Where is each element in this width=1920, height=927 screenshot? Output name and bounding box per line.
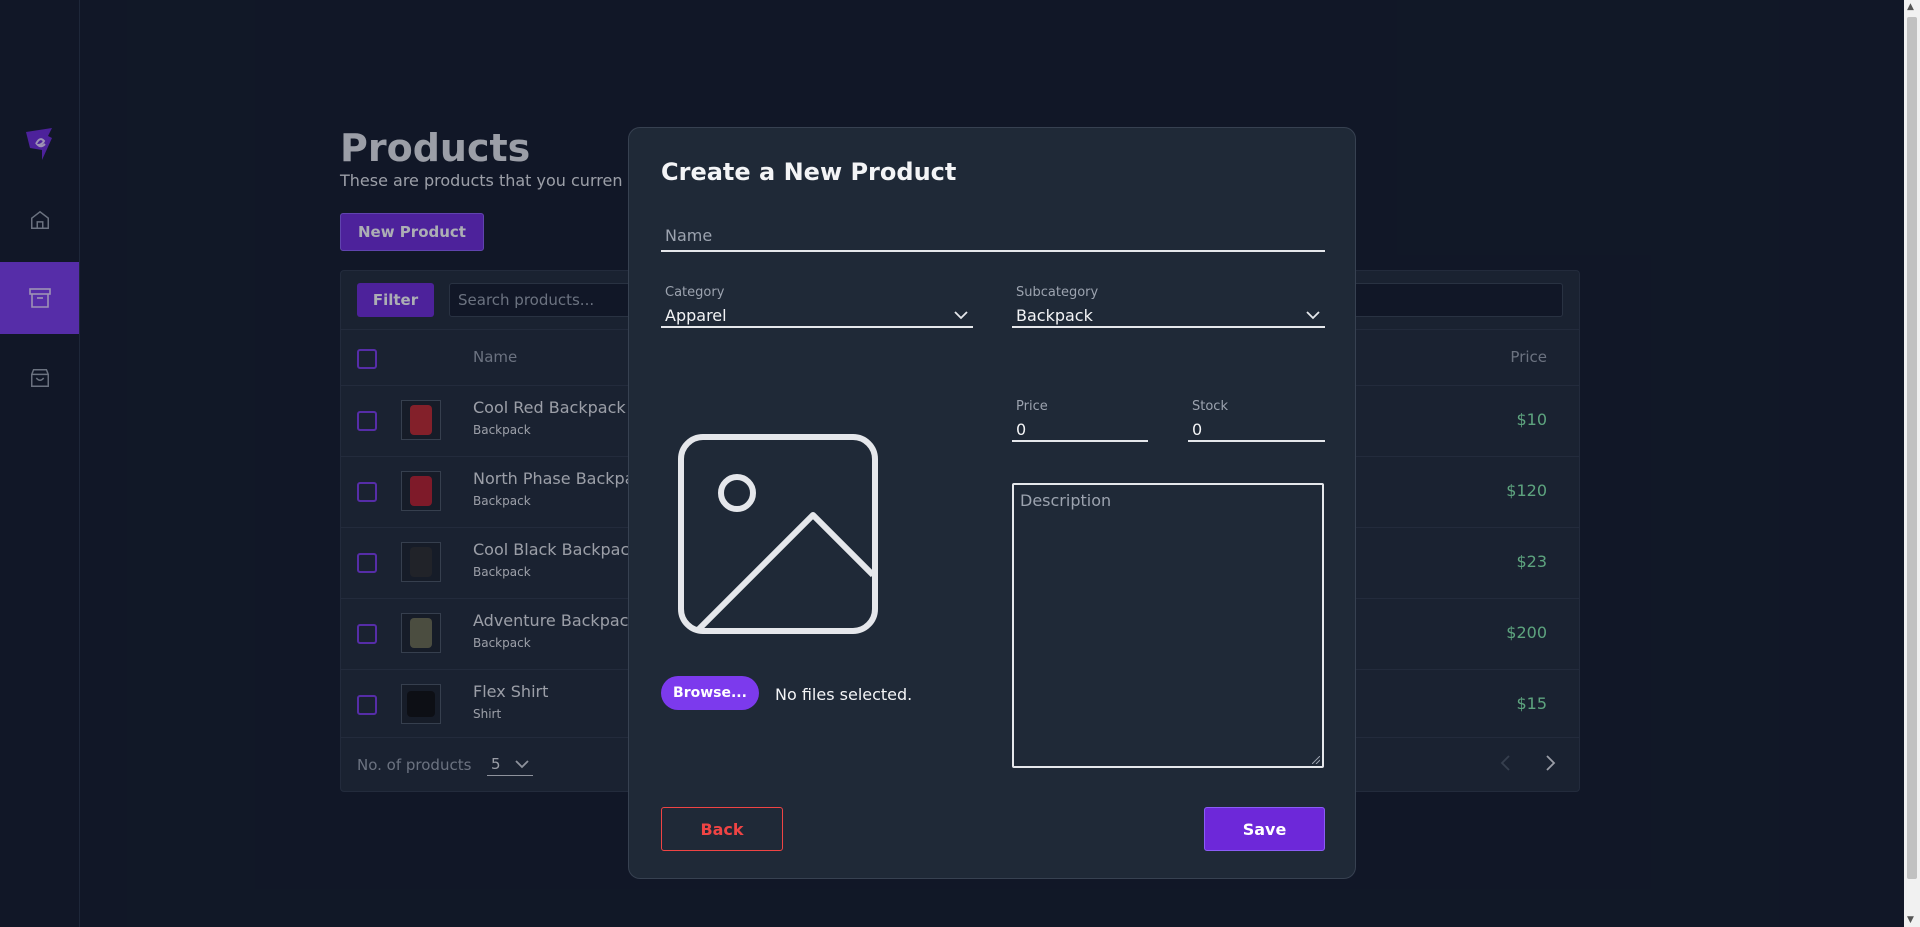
stock-input[interactable]: 0	[1188, 418, 1325, 442]
file-status-text: No files selected.	[775, 685, 913, 704]
stock-label: Stock	[1192, 399, 1228, 414]
image-placeholder-icon	[673, 429, 883, 639]
subcategory-label: Subcategory	[1016, 285, 1099, 300]
description-placeholder: Description	[1020, 491, 1112, 510]
subcategory-value: Backpack	[1016, 305, 1093, 325]
scrollbar-thumb[interactable]	[1907, 17, 1917, 879]
category-label: Category	[665, 285, 725, 300]
name-placeholder: Name	[665, 226, 713, 245]
create-product-modal: Create a New Product Name Category Appar…	[628, 127, 1356, 879]
name-field[interactable]: Name	[661, 224, 1325, 252]
resize-grip-icon[interactable]	[1312, 756, 1320, 764]
category-value: Apparel	[665, 305, 727, 325]
description-textarea[interactable]: Description	[1012, 483, 1324, 768]
chevron-down-icon	[954, 311, 968, 320]
price-label: Price	[1016, 399, 1048, 414]
subcategory-select[interactable]: Backpack	[1012, 304, 1325, 328]
chevron-down-icon	[1306, 311, 1320, 320]
category-select[interactable]: Apparel	[661, 304, 973, 328]
save-button[interactable]: Save	[1204, 807, 1325, 851]
browse-button[interactable]: Browse...	[661, 676, 759, 710]
modal-title: Create a New Product	[661, 158, 957, 186]
back-button[interactable]: Back	[661, 807, 783, 851]
price-input[interactable]: 0	[1012, 418, 1148, 442]
scroll-up-icon[interactable]: ▲	[1907, 2, 1914, 12]
scroll-down-icon[interactable]: ▼	[1907, 915, 1914, 925]
page-scrollbar[interactable]: ▲ ▼	[1904, 0, 1920, 927]
